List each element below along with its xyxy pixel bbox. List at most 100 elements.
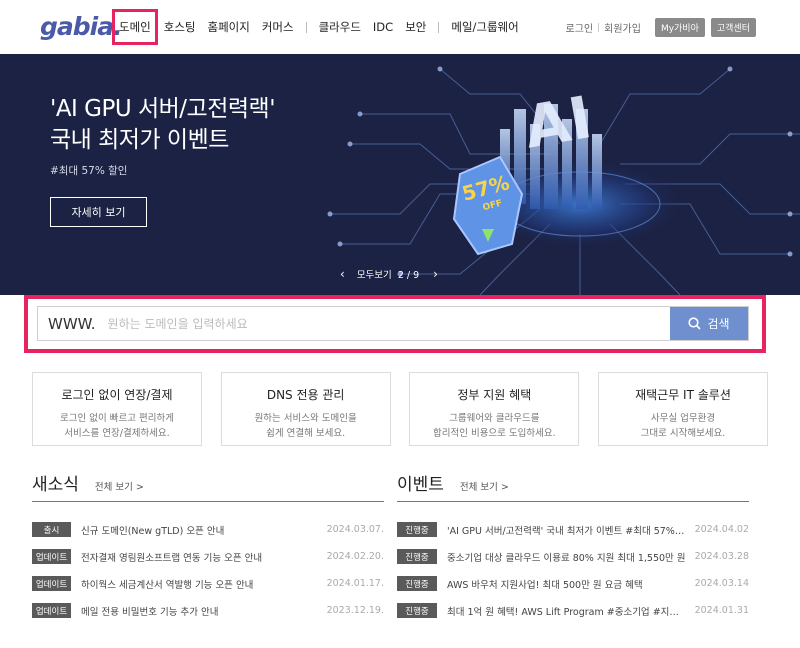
events-list: 진행중 'AI GPU 서버/고전력랙' 국내 최저가 이벤트 #최대 57% 할… (397, 516, 749, 624)
list-item[interactable]: 업데이트 하이웍스 세금계산서 역발행 기능 오픈 안내 2024.01.17. (32, 570, 384, 597)
search-icon (688, 317, 702, 330)
customer-center-button[interactable]: 고객센터 (710, 18, 756, 37)
events-panel: 이벤트 전체 보기 > 진행중 'AI GPU 서버/고전력랙' 국내 최저가 이… (397, 470, 749, 624)
nav-item-homepage[interactable]: 홈페이지 (208, 19, 250, 35)
news-item-title[interactable]: 하이웍스 세금계산서 역발행 기능 오픈 안내 (81, 577, 319, 591)
news-header: 새소식 전체 보기 > (32, 470, 384, 502)
status-badge: 업데이트 (32, 576, 71, 591)
card-dns-management[interactable]: DNS 전용 관리 원하는 서비스와 도메인을 쉽게 연결해 보세요. (220, 372, 391, 446)
nav-item-mail-groupware[interactable]: 메일/그룹웨어 (451, 19, 518, 35)
news-item-date: 2024.03.07. (326, 524, 384, 535)
nav-item-domain[interactable]: 도메인 (112, 9, 158, 45)
events-view-all-link[interactable]: 전체 보기 > (460, 479, 509, 493)
domain-search-input[interactable] (107, 316, 628, 331)
news-item-date: 2023.12.19. (326, 605, 384, 616)
my-gabia-button[interactable]: My가비아 (654, 18, 705, 37)
service-cards: 로그인 없이 연장/결제 로그인 없이 빠르고 편리하게 서비스를 연장/결제하… (32, 372, 768, 446)
card-title: DNS 전용 관리 (266, 388, 345, 402)
card-desc: 그대로 시작해보세요. (640, 428, 726, 439)
news-item-date: 2024.02.20. (326, 551, 384, 562)
banner-more-button[interactable]: 자세히 보기 (50, 197, 147, 227)
svg-text:57%: 57% (459, 170, 511, 206)
events-title: 이벤트 (397, 475, 444, 495)
card-government-support[interactable]: 정부 지원 혜택 그룹웨어와 클라우드를 합리적인 비용으로 도입하세요. (409, 372, 580, 446)
event-item-title[interactable]: 중소기업 대상 클라우드 이용료 80% 지원 최대 1,550만 원 (447, 550, 687, 564)
nav-item-security[interactable]: 보안 (405, 19, 426, 35)
util-divider (598, 23, 600, 32)
event-item-title[interactable]: 'AI GPU 서버/고전력랙' 국내 최저가 이벤트 #최대 57% 할인 (447, 523, 687, 537)
next-arrow-icon[interactable]: › (433, 267, 438, 281)
domain-search-highlight: WWW. 검색 (24, 295, 766, 353)
domain-search-box: WWW. 검색 (37, 306, 749, 341)
card-desc: 로그인 없이 빠르고 편리하게 (60, 413, 174, 424)
nav-item-cloud[interactable]: 클라우드 (319, 19, 361, 35)
www-prefix: WWW. (48, 314, 96, 333)
news-item-title[interactable]: 메일 전용 비밀번호 기능 추가 안내 (81, 604, 319, 618)
status-badge: 업데이트 (32, 549, 71, 564)
status-badge: 진행중 (397, 576, 437, 591)
pager-current: 2 (397, 270, 404, 281)
list-item[interactable]: 진행중 'AI GPU 서버/고전력랙' 국내 최저가 이벤트 #최대 57% 할… (397, 516, 749, 543)
status-badge: 출시 (32, 522, 71, 537)
list-item[interactable]: 진행중 최대 1억 원 혜택! AWS Lift Program #중소기업 #지… (397, 597, 749, 624)
search-button[interactable]: 검색 (670, 307, 748, 340)
list-item[interactable]: 업데이트 전자결재 영림원소프트랩 연동 기능 오픈 안내 2024.02.20. (32, 543, 384, 570)
banner-title-line2: 국내 최저가 이벤트 (50, 127, 229, 153)
event-item-date: 2024.01.31 (694, 605, 749, 616)
hero-banner[interactable]: AI 'AI GPU 서버/고전력랙' 국내 최저가 이벤트 #최대 57% 할… (0, 54, 800, 295)
login-link[interactable]: 로그인 (566, 20, 594, 35)
list-item[interactable]: 진행중 AWS 바우처 지원사업! 최대 500만 원 요금 혜택 2024.03.… (397, 570, 749, 597)
card-title: 로그인 없이 연장/결제 (61, 388, 173, 402)
news-panel: 새소식 전체 보기 > 출시 신규 도메인(New gTLD) 오픈 안내 2024… (32, 470, 384, 624)
news-item-date: 2024.01.17. (326, 578, 384, 589)
event-item-date: 2024.04.02 (694, 524, 749, 535)
logo-text: gabia (40, 12, 114, 41)
nav-item-idc[interactable]: IDC (373, 20, 393, 34)
card-remote-work[interactable]: 재택근무 IT 솔루션 사무실 업무환경 그대로 시작해보세요. (597, 372, 768, 446)
card-desc: 사무실 업무환경 (650, 413, 716, 424)
list-item[interactable]: 출시 신규 도메인(New gTLD) 오픈 안내 2024.03.07. (32, 516, 384, 543)
top-header: gabia. 도메인 호스팅 홈페이지 커머스 클라우드 IDC 보안 메일/그… (0, 0, 800, 54)
event-item-date: 2024.03.14 (694, 578, 749, 589)
svg-text:OFF: OFF (482, 198, 504, 213)
banner-subtitle: #최대 57% 할인 (50, 165, 128, 177)
card-title: 정부 지원 혜택 (457, 388, 532, 402)
card-desc: 원하는 서비스와 도메인을 (254, 413, 357, 424)
prev-arrow-icon[interactable]: ‹ (340, 267, 345, 281)
events-header: 이벤트 전체 보기 > (397, 470, 749, 502)
event-item-title[interactable]: AWS 바우처 지원사업! 최대 500만 원 요금 혜택 (447, 577, 687, 591)
signup-link[interactable]: 회원가입 (604, 20, 641, 35)
card-desc: 합리적인 비용으로 도입하세요. (432, 428, 556, 439)
card-renewal-payment[interactable]: 로그인 없이 연장/결제 로그인 없이 빠르고 편리하게 서비스를 연장/결제하… (32, 372, 202, 446)
card-desc: 서비스를 연장/결제하세요. (64, 428, 170, 439)
banner-title-line1: 'AI GPU 서버/고전력랙' (50, 96, 276, 122)
status-badge: 진행중 (397, 603, 437, 618)
list-item[interactable]: 진행중 중소기업 대상 클라우드 이용료 80% 지원 최대 1,550만 원 20… (397, 543, 749, 570)
event-item-date: 2024.03.28 (694, 551, 749, 562)
news-list: 출시 신규 도메인(New gTLD) 오픈 안내 2024.03.07. 업데이트… (32, 516, 384, 624)
pager-label[interactable]: 모두보기 2 / 9 (357, 267, 419, 281)
card-title: 재택근무 IT 솔루션 (635, 388, 731, 402)
news-item-title[interactable]: 전자결재 영림원소프트랩 연동 기능 오픈 안내 (81, 550, 319, 564)
nav-item-commerce[interactable]: 커머스 (262, 19, 294, 35)
card-desc: 그룹웨어와 클라우드를 (449, 413, 540, 424)
status-badge: 진행중 (397, 522, 437, 537)
main-nav: 도메인 호스팅 홈페이지 커머스 클라우드 IDC 보안 메일/그룹웨어 (112, 0, 531, 54)
svg-text:AI: AI (519, 83, 596, 162)
news-view-all-link[interactable]: 전체 보기 > (95, 479, 144, 493)
banner-title: 'AI GPU 서버/고전력랙' 국내 최저가 이벤트 (50, 94, 276, 156)
news-item-title[interactable]: 신규 도메인(New gTLD) 오픈 안내 (81, 523, 319, 537)
news-title: 새소식 (32, 475, 79, 495)
list-item[interactable]: 업데이트 메일 전용 비밀번호 기능 추가 안내 2023.12.19. (32, 597, 384, 624)
event-item-title[interactable]: 최대 1억 원 혜택! AWS Lift Program #중소기업 #지원프로… (447, 604, 687, 618)
banner-pager: ‹ 모두보기 2 / 9 › (340, 267, 438, 281)
card-desc: 쉽게 연결해 보세요. (266, 428, 346, 439)
gabia-logo[interactable]: gabia. (40, 12, 123, 41)
search-button-label: 검색 (707, 317, 730, 331)
status-badge: 진행중 (397, 549, 437, 564)
nav-divider (305, 21, 307, 33)
nav-divider (438, 21, 440, 33)
utility-menu: 로그인 회원가입 My가비아 고객센터 (566, 18, 756, 37)
pager-total: 9 (413, 270, 420, 281)
nav-item-hosting[interactable]: 호스팅 (164, 19, 196, 35)
